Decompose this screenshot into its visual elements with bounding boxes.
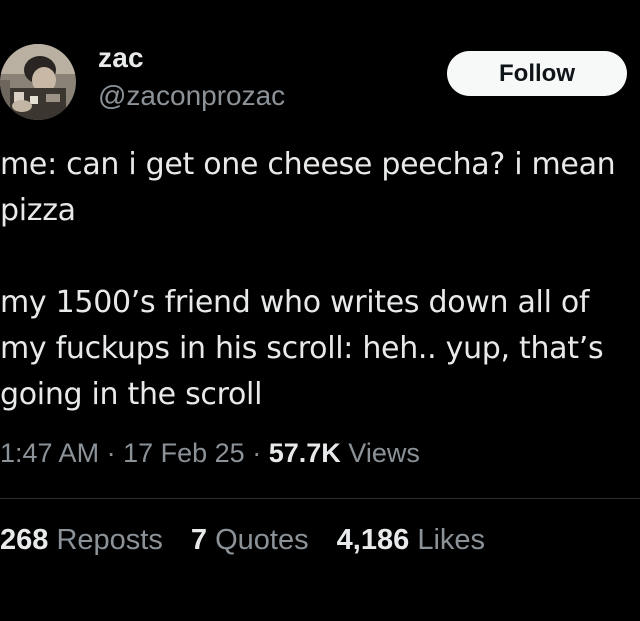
quotes-stat[interactable]: 7 Quotes — [191, 524, 309, 557]
views-label: Views — [348, 438, 420, 468]
tweet-paragraph: my 1500’s friend who writes down all of … — [0, 285, 604, 412]
tweet: zac @zaconprozac Follow me: can i get on… — [0, 0, 640, 621]
likes-stat[interactable]: 4,186 Likes — [337, 524, 485, 557]
views-count: 57.7K — [268, 438, 341, 468]
meta-separator: · — [106, 438, 116, 468]
author-handle[interactable]: @zaconprozac — [98, 80, 285, 112]
reposts-stat[interactable]: 268 Reposts — [0, 524, 163, 557]
tweet-meta: 1:47 AM · 17 Feb 25 · 57.7K Views — [0, 438, 420, 469]
tweet-paragraph: me: can i get one cheese peecha? i mean … — [0, 147, 616, 228]
reposts-label: Reposts — [56, 524, 163, 556]
reposts-count: 268 — [0, 524, 49, 556]
meta-separator: · — [252, 438, 262, 468]
quotes-label: Quotes — [215, 524, 309, 556]
avatar[interactable] — [0, 44, 76, 120]
likes-label: Likes — [417, 524, 486, 556]
tweet-date[interactable]: 17 Feb 25 — [123, 438, 245, 468]
engagement-stats: 268 Reposts 7 Quotes 4,186 Likes — [0, 524, 505, 557]
follow-button[interactable]: Follow — [447, 51, 627, 96]
quotes-count: 7 — [190, 524, 208, 556]
author-display-name[interactable]: zac — [98, 42, 144, 74]
tweet-text: me: can i get one cheese peecha? i mean … — [0, 142, 636, 418]
tweet-time[interactable]: 1:47 AM — [0, 438, 99, 468]
divider — [0, 498, 640, 499]
likes-count: 4,186 — [336, 524, 410, 556]
avatar-image — [0, 44, 76, 120]
